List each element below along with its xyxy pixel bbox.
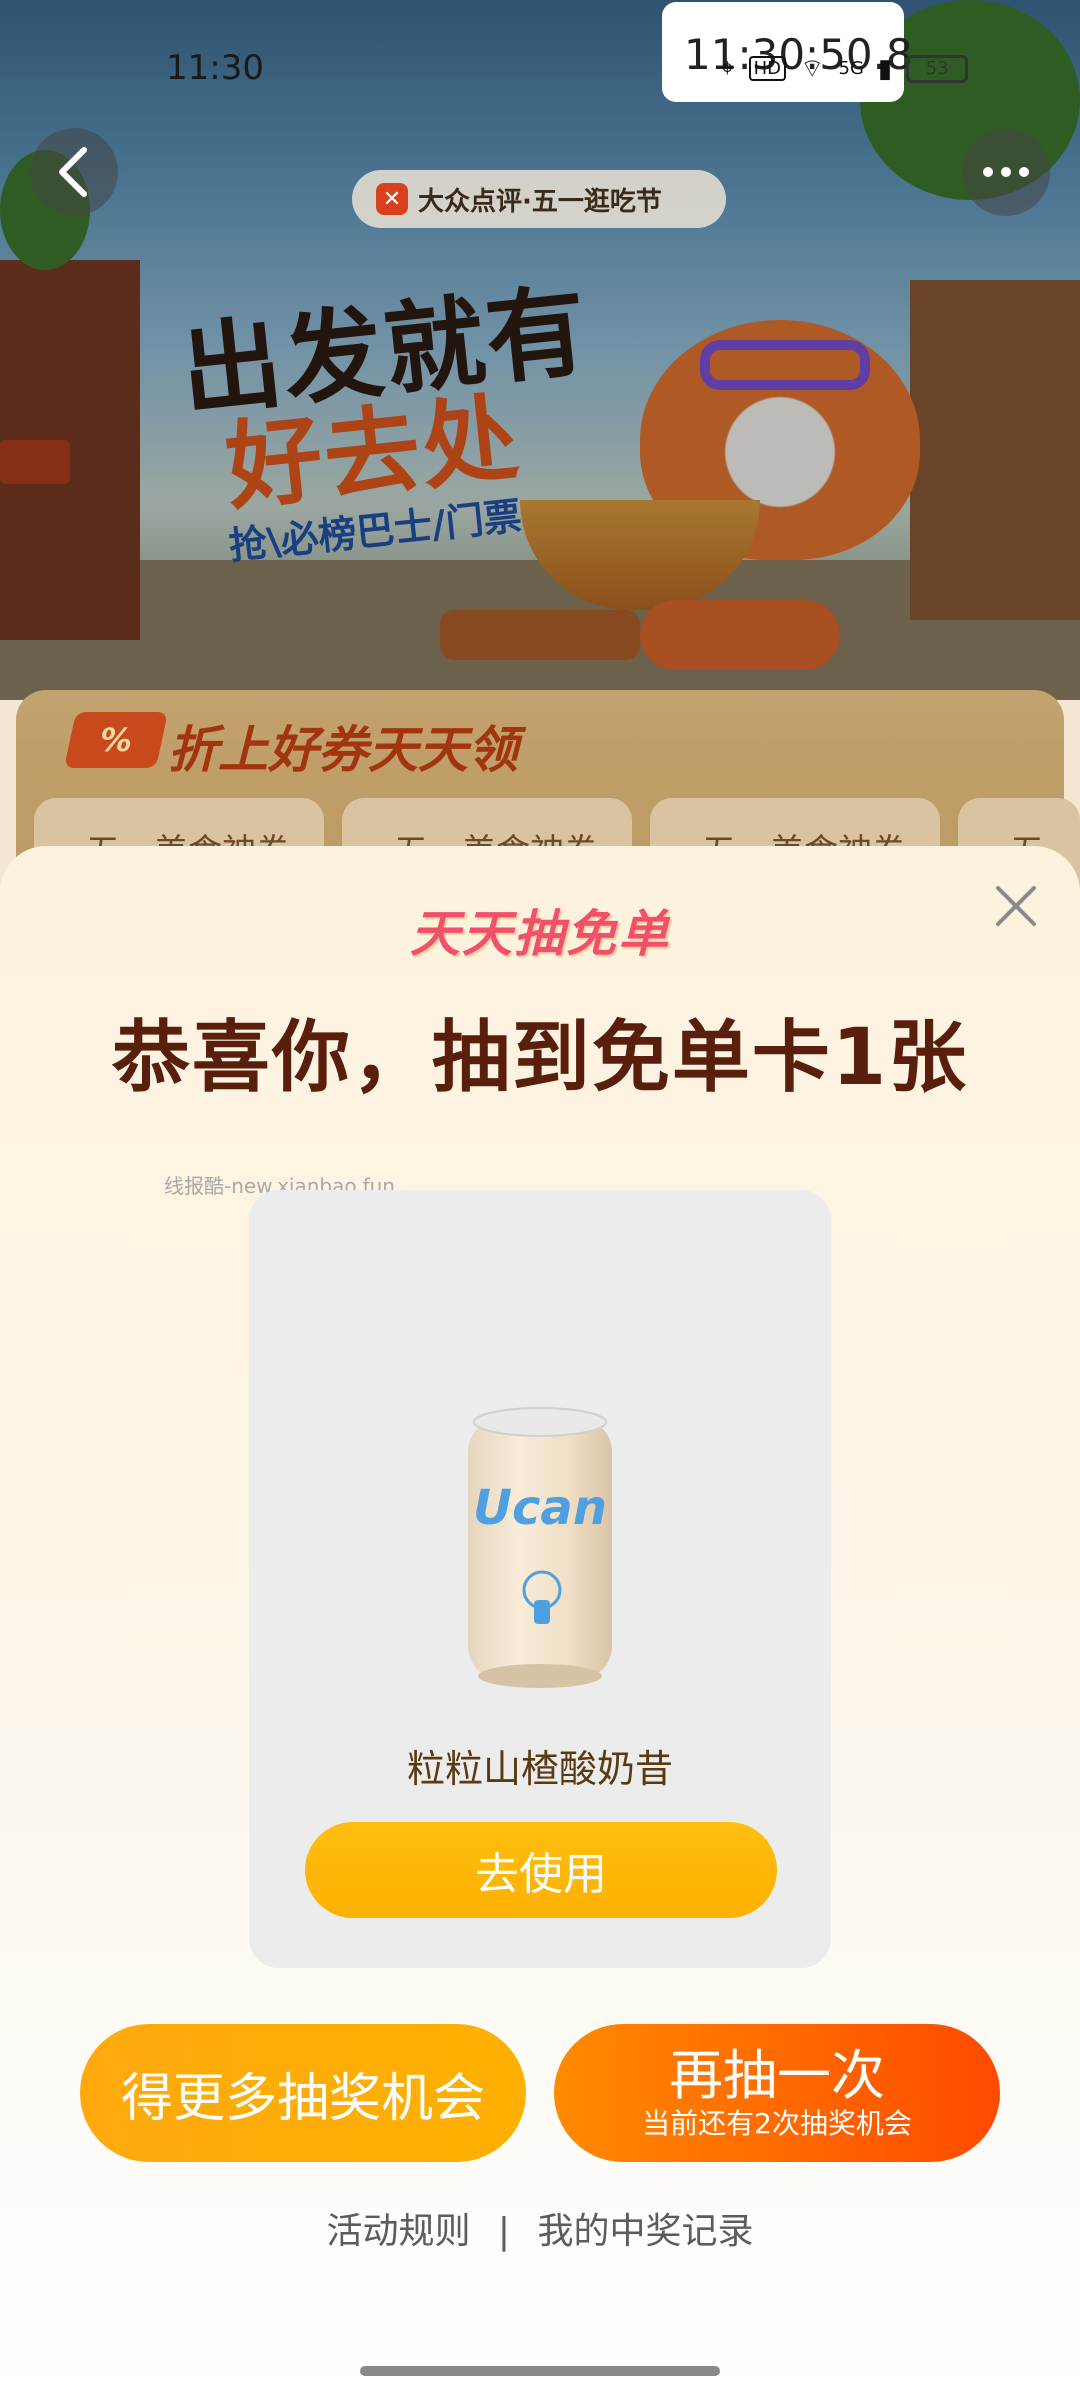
battery-icon: 53 (906, 54, 969, 83)
can-brand-text: Ucan (473, 1480, 607, 1536)
get-more-chances-button[interactable]: 得更多抽奖机会 (80, 2024, 526, 2162)
prize-product-image: Ucan (468, 1407, 612, 1688)
chevron-left-icon (59, 147, 87, 197)
coupon-section-title: 折上好券天天领 (168, 721, 518, 779)
restaurant-building (0, 260, 140, 640)
draw-again-label: 再抽一次 (669, 2044, 885, 2107)
link-separator: | (497, 2211, 511, 2252)
status-bar-time: 11:30 (166, 48, 264, 88)
hd-icon: HD (748, 56, 787, 81)
congrats-headline: 恭喜你，抽到免单卡1张 (111, 1013, 969, 1103)
signal-icon: ▮ (877, 53, 893, 84)
lobster-image (640, 600, 840, 670)
brand-badge: ✕ 大众点评·五一逛吃节 (352, 170, 726, 228)
location-icon: ⌖ (720, 53, 735, 83)
home-indicator[interactable] (360, 2366, 720, 2376)
network-label: 5G (838, 58, 864, 79)
use-button[interactable]: 去使用 (305, 1822, 777, 1918)
more-dots-icon (983, 167, 1029, 177)
prize-name: 粒粒山楂酸奶昔 (406, 1747, 673, 1791)
remaining-chances-text: 当前还有2次抽奖机会 (642, 2107, 912, 2140)
draw-again-button[interactable]: 再抽一次 当前还有2次抽奖机会 (554, 2024, 1000, 2162)
win-records-link[interactable]: 我的中奖记录 (538, 2211, 754, 2252)
back-button[interactable] (30, 128, 118, 216)
right-building (910, 280, 1080, 620)
skewers-image (440, 610, 640, 660)
mascot-glasses (700, 340, 870, 390)
dianping-logo-icon: ✕ (376, 183, 408, 215)
rules-link[interactable]: 活动规则 (326, 2211, 470, 2252)
wifi-icon: ⌔ (800, 54, 825, 84)
more-button[interactable] (962, 128, 1050, 216)
footer-links: 活动规则 | 我的中奖记录 (0, 2202, 1080, 2254)
shop-sign (0, 440, 70, 484)
status-icons: ⌖ HD ⌔ 5G ▮ 53 (720, 52, 969, 85)
lottery-logo: 天天抽免单 (410, 905, 670, 963)
percent-icon: % (64, 712, 168, 768)
brand-text: 大众点评·五一逛吃节 (418, 186, 662, 217)
